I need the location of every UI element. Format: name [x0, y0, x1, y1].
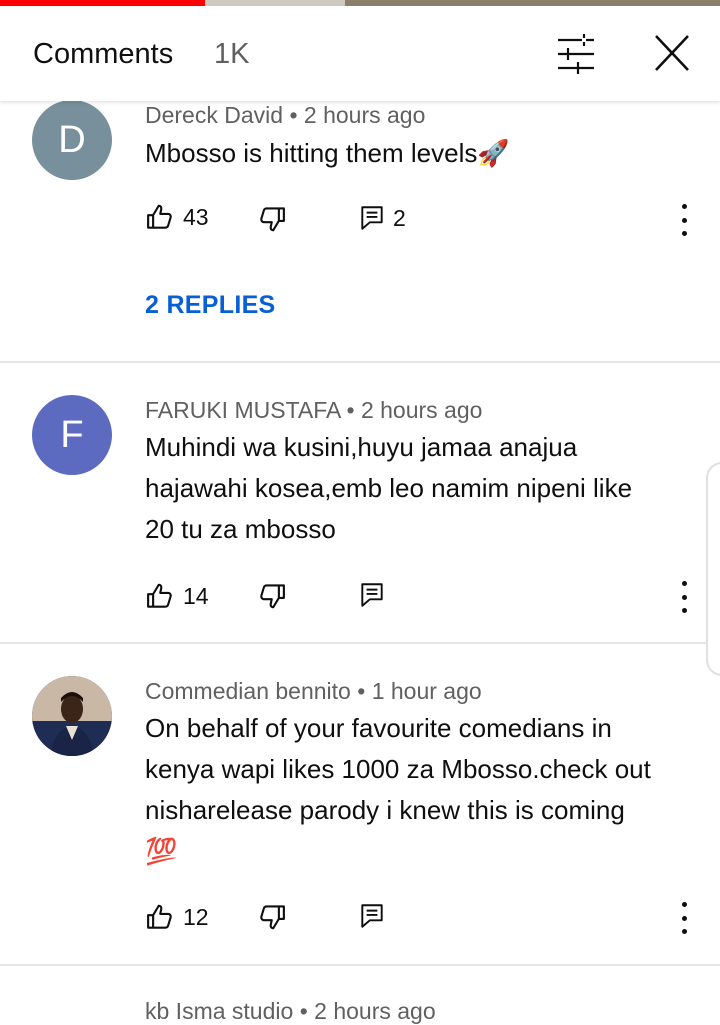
comment-line: kenya wapi likes 1000 za Mbosso.check ou… — [145, 754, 651, 784]
comment-author[interactable]: Commedian bennito — [145, 678, 351, 704]
meta-separator: • — [357, 678, 372, 704]
reply-icon — [361, 206, 383, 230]
close-icon — [655, 35, 689, 71]
like-count: 12 — [183, 903, 209, 930]
meta-separator: • — [289, 102, 304, 128]
comment-line: hajawahi kosea,emb leo namim nipeni like — [145, 473, 633, 503]
reply-icon — [361, 904, 383, 928]
dislike-icon — [260, 584, 285, 609]
comment-meta: kb Isma studio • 2 hours ago — [145, 998, 436, 1025]
comment-text: On behalf of your favourite comedians in… — [145, 708, 705, 872]
comment-time: 2 hours ago — [314, 998, 436, 1024]
reply-button[interactable] — [359, 581, 385, 609]
dislike-button[interactable] — [257, 902, 287, 932]
comments-header: Comments 1K — [0, 6, 720, 101]
sort-filter-button[interactable] — [552, 32, 600, 76]
like-icon — [147, 904, 172, 929]
like-button[interactable]: 12 — [145, 902, 209, 932]
filter-icon — [558, 34, 594, 74]
avatar-letter: D — [58, 118, 86, 161]
comment-line: Muhindi wa kusini,huyu jamaa anajua — [145, 432, 578, 462]
more-icon — [681, 204, 687, 209]
dislike-button[interactable] — [257, 581, 287, 611]
dislike-button[interactable] — [257, 204, 287, 234]
like-button[interactable]: 43 — [145, 202, 209, 232]
meta-separator: • — [346, 397, 361, 423]
comment-text: Mbosso is hitting them levels🚀 — [145, 133, 705, 174]
comment-line: 💯 — [145, 836, 178, 866]
more-options-button[interactable] — [672, 902, 696, 934]
comment-author[interactable]: Dereck David — [145, 102, 283, 128]
like-icon — [147, 583, 172, 608]
divider — [0, 361, 720, 363]
reply-icon — [361, 583, 383, 607]
comment-author[interactable]: kb Isma studio — [145, 998, 293, 1024]
avatar[interactable]: D — [32, 100, 112, 180]
more-options-button[interactable] — [672, 581, 696, 613]
avatar[interactable] — [32, 676, 112, 756]
dislike-icon — [260, 207, 285, 232]
comment-time: 2 hours ago — [360, 397, 483, 423]
like-icon — [147, 204, 172, 229]
reply-button[interactable] — [359, 902, 385, 930]
view-replies-button[interactable]: 2 REPLIES — [145, 291, 276, 320]
like-button[interactable]: 14 — [145, 581, 209, 611]
divider — [0, 642, 720, 644]
comment-time: 1 hour ago — [371, 678, 482, 704]
side-panel-handle[interactable] — [706, 462, 720, 676]
comment-line: nisharelease parody i knew this is comin… — [145, 795, 625, 825]
comment-text: Muhindi wa kusini,huyu jamaa anajua haja… — [145, 427, 705, 550]
close-button[interactable] — [648, 32, 696, 76]
reply-count: 2 — [393, 204, 406, 231]
more-options-button[interactable] — [672, 204, 696, 236]
comments-list[interactable]: D Dereck David • 2 hours ago Mbosso is h… — [0, 0, 720, 1025]
comment-meta: Dereck David • 2 hours ago — [145, 102, 425, 129]
comment-line: 20 tu za mbosso — [145, 514, 336, 544]
comment-meta: Commedian bennito • 1 hour ago — [145, 678, 482, 705]
profile-photo — [32, 676, 112, 756]
comment-count: 1K — [214, 38, 250, 70]
comment-line: Mbosso is hitting them levels🚀 — [145, 138, 510, 168]
comment-line: On behalf of your favourite comedians in — [145, 713, 612, 743]
more-icon — [681, 902, 687, 907]
page-title: Comments — [33, 38, 174, 70]
like-count: 43 — [183, 203, 209, 230]
comment-time: 2 hours ago — [303, 102, 426, 128]
reply-button[interactable]: 2 — [359, 204, 406, 232]
dislike-icon — [260, 905, 285, 930]
more-icon — [681, 581, 687, 586]
avatar[interactable]: F — [32, 395, 112, 475]
avatar-letter: F — [60, 413, 84, 456]
comment-author[interactable]: FARUKI MUSTAFA — [145, 397, 340, 423]
like-count: 14 — [183, 582, 209, 609]
comment-meta: FARUKI MUSTAFA • 2 hours ago — [145, 397, 482, 424]
divider — [0, 964, 720, 966]
meta-separator: • — [299, 998, 315, 1024]
